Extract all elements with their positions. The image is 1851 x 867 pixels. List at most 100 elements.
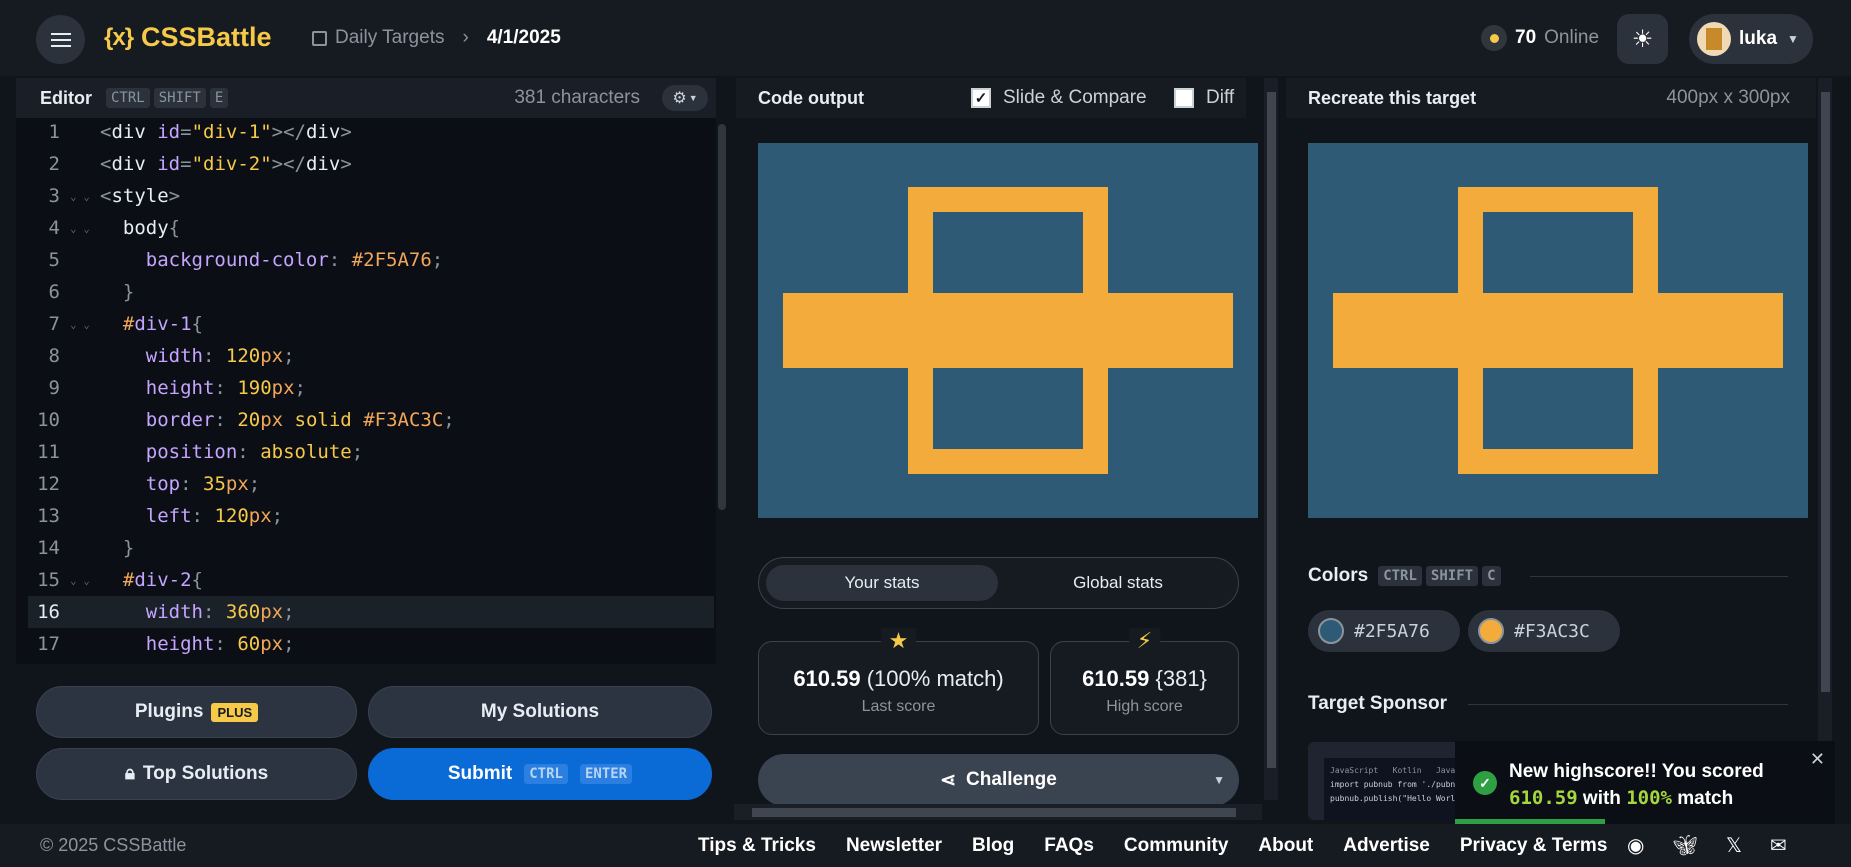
code-line[interactable]: 7 ⌄ ⌄ #div-1{ xyxy=(16,308,716,340)
toast-line1: New highscore!! You scored xyxy=(1509,761,1764,782)
fold-icon[interactable]: ⌄ ⌄ xyxy=(60,574,100,587)
fold-icon[interactable]: ⌄ ⌄ xyxy=(60,222,100,235)
gear-icon: ⚙ xyxy=(672,90,687,107)
submit-label: Submit xyxy=(447,763,513,784)
editor-scrollbar[interactable] xyxy=(718,124,726,510)
code-line[interactable]: 12 top: 35px; xyxy=(16,468,716,500)
footer-link-newsletter[interactable]: Newsletter xyxy=(846,835,942,857)
high-score-value: 610.59 xyxy=(1082,666,1150,691)
fold-icon[interactable]: ⌄ ⌄ xyxy=(60,190,100,203)
footer-link-privacy[interactable]: Privacy & Terms xyxy=(1460,835,1608,857)
target-canvas[interactable] xyxy=(1308,143,1808,518)
code-output-canvas[interactable] xyxy=(758,143,1258,518)
editor-title: Editor xyxy=(40,87,92,108)
x-icon[interactable]: 𝕏 xyxy=(1726,833,1742,858)
sun-icon: ☀ xyxy=(1631,25,1654,53)
last-score-card: ★ 610.59 (100% match) Last score xyxy=(758,628,1039,735)
code-editor[interactable]: 1 <div id="div-1"></div> 2 <div id="div-2">… xyxy=(16,118,716,664)
challenge-button[interactable]: ⋖ Challenge ▼ xyxy=(758,754,1239,806)
output-title: Code output xyxy=(758,87,864,108)
high-score-chars: {381} xyxy=(1155,666,1207,691)
online-label: Online xyxy=(1544,27,1600,48)
user-menu-button[interactable]: luka ▼ xyxy=(1689,14,1813,64)
code-text: border: 20px solid #F3AC3C; xyxy=(145,409,455,431)
code-line[interactable]: 10 border: 20px solid #F3AC3C; xyxy=(16,404,716,436)
plugins-button[interactable]: Plugins PLUS xyxy=(36,686,357,738)
tab-your-stats[interactable]: Your stats xyxy=(766,565,998,601)
logo-text: CSSBattle xyxy=(141,22,272,52)
line-number: 5 xyxy=(48,249,60,271)
logo[interactable]: {x} CSSBattle xyxy=(104,22,272,53)
footer-link-about[interactable]: About xyxy=(1258,835,1313,857)
code-line[interactable]: 13 left: 120px; xyxy=(16,500,716,532)
online-indicator[interactable]: 70 Online xyxy=(1481,22,1599,54)
shortcut-key: CTRL xyxy=(1378,566,1422,586)
diff-checkbox[interactable] xyxy=(1174,88,1194,108)
editor-header: Editor CTRL SHIFT E 381 characters ⚙ ▼ xyxy=(16,78,716,118)
code-line[interactable]: 11 position: absolute; xyxy=(16,436,716,468)
output-horizontal-scrollbar[interactable] xyxy=(734,804,1262,820)
code-text: height: 60px; xyxy=(145,633,295,655)
close-icon[interactable]: ✕ xyxy=(1810,749,1825,770)
code-line[interactable]: 17 height: 60px; xyxy=(16,628,716,660)
code-line[interactable]: 2 <div id="div-2"></div> xyxy=(16,148,716,180)
character-count: 381 characters xyxy=(514,87,640,108)
code-line[interactable]: 6 } xyxy=(16,276,716,308)
code-line[interactable]: 9 height: 190px; xyxy=(16,372,716,404)
discord-icon[interactable]: ◉ xyxy=(1627,833,1644,858)
footer-link-tips[interactable]: Tips & Tricks xyxy=(698,835,816,857)
output-vertical-scrollbar[interactable] xyxy=(1264,78,1278,800)
code-line[interactable]: 16 width: 360px; xyxy=(28,596,714,628)
code-line[interactable]: 4 ⌄ ⌄ body{ xyxy=(16,212,716,244)
top-solutions-button[interactable]: 🔒︎ Top Solutions xyxy=(36,748,357,800)
code-text: background-color: #2F5A76; xyxy=(145,249,444,271)
code-line[interactable]: 8 width: 120px; xyxy=(16,340,716,372)
menu-button[interactable] xyxy=(36,15,85,64)
toast-score: 610.59 xyxy=(1509,787,1578,809)
line-number: 7 xyxy=(48,313,60,335)
submit-button[interactable]: Submit CTRL ENTER xyxy=(368,748,712,800)
online-dot-icon xyxy=(1481,25,1507,51)
editor-settings-button[interactable]: ⚙ ▼ xyxy=(662,85,708,111)
target-scrollbar[interactable] xyxy=(1818,78,1832,820)
code-line[interactable]: 5 background-color: #2F5A76; xyxy=(16,244,716,276)
colors-label: Colors xyxy=(1308,565,1369,586)
mail-icon[interactable]: ✉ xyxy=(1770,833,1787,858)
copyright: © 2025 CSSBattle xyxy=(40,835,187,855)
color-swatch xyxy=(1318,618,1344,644)
breadcrumb-daily-targets[interactable]: Daily Targets xyxy=(335,27,444,49)
color-chip[interactable]: #F3AC3C xyxy=(1468,610,1620,652)
plugins-label: Plugins xyxy=(134,701,204,722)
sponsor-tab: JavaScript xyxy=(1330,766,1379,775)
footer-link-faqs[interactable]: FAQs xyxy=(1044,835,1094,857)
code-line[interactable]: 15 ⌄ ⌄ #div-2{ xyxy=(16,564,716,596)
my-solutions-button[interactable]: My Solutions xyxy=(368,686,712,738)
caret-down-icon[interactable]: ▼ xyxy=(1213,773,1225,787)
challenge-label: Challenge xyxy=(966,769,1057,790)
line-number: 10 xyxy=(37,409,60,431)
fold-icon[interactable]: ⌄ ⌄ xyxy=(60,318,100,331)
diff-toggle[interactable]: Diff xyxy=(1174,87,1234,109)
slide-compare-checkbox[interactable]: ✓ xyxy=(971,88,991,108)
colors-title: Colors CTRL SHIFT C xyxy=(1308,565,1501,587)
code-line[interactable]: 1 <div id="div-1"></div> xyxy=(16,118,716,148)
shortcut-key: CTRL xyxy=(524,764,568,784)
code-line[interactable]: 3 ⌄ ⌄ <style> xyxy=(16,180,716,212)
footer-link-blog[interactable]: Blog xyxy=(972,835,1014,857)
sponsor-tab: Kotlin xyxy=(1392,766,1422,775)
top-header: {x} CSSBattle Daily Targets › 4/1/2025 7… xyxy=(0,0,1851,76)
code-line[interactable]: 14 } xyxy=(16,532,716,564)
color-chip[interactable]: #2F5A76 xyxy=(1308,610,1460,652)
stats-tabs: Your stats Global stats xyxy=(758,557,1239,609)
theme-toggle-button[interactable]: ☀ xyxy=(1617,14,1668,64)
bluesky-icon[interactable]: 🦋︎ xyxy=(1672,833,1697,858)
tab-global-stats[interactable]: Global stats xyxy=(1002,565,1234,601)
footer-link-community[interactable]: Community xyxy=(1124,835,1229,857)
code-text: width: 360px; xyxy=(145,601,295,623)
output-div-2 xyxy=(783,293,1233,368)
code-text: <div id="div-1"></div> xyxy=(100,121,352,143)
sponsor-label: Target Sponsor xyxy=(1308,693,1447,714)
divider xyxy=(1530,576,1788,577)
slide-compare-toggle[interactable]: ✓ Slide & Compare xyxy=(971,87,1147,109)
footer-link-advertise[interactable]: Advertise xyxy=(1343,835,1430,857)
